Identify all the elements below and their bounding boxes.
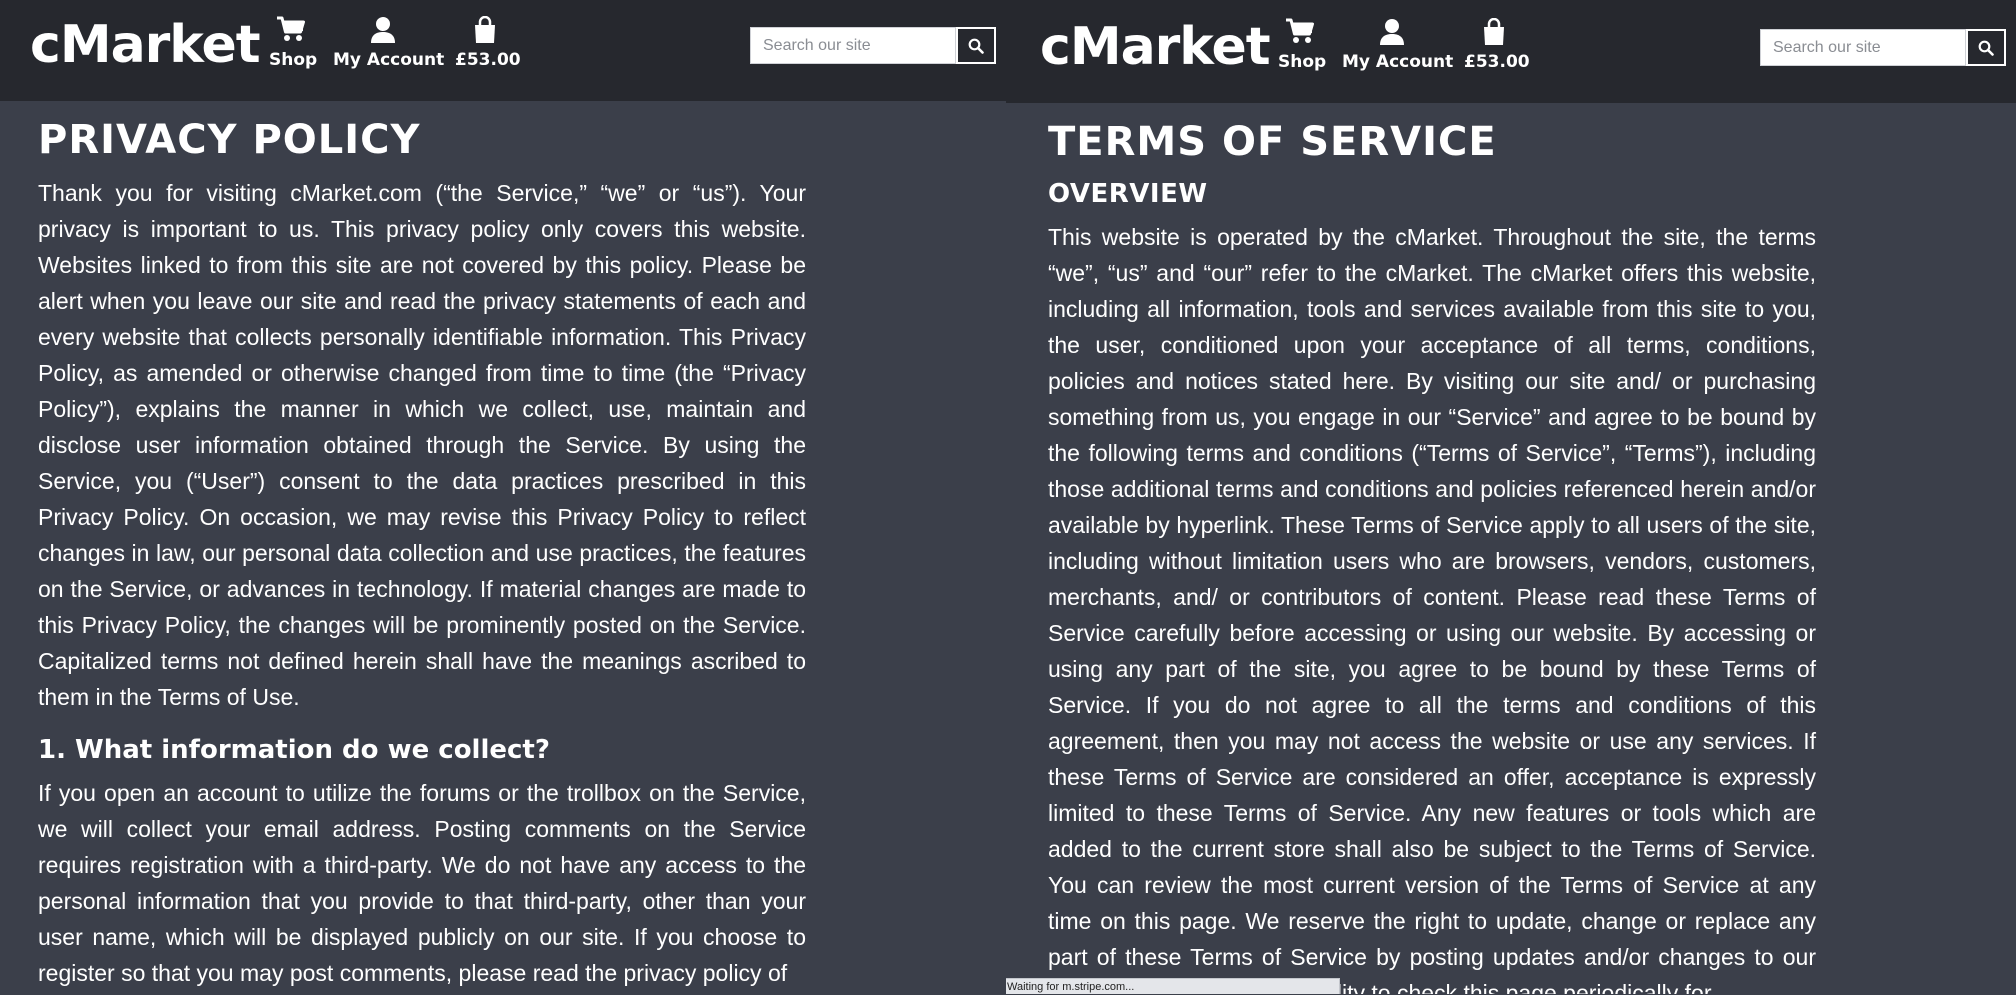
nav-cart-total[interactable]: £53.00: [455, 16, 521, 70]
nav-my-account-label: My Account: [1342, 52, 1454, 72]
site-header: cMarket Shop My Account £53.00: [0, 0, 1006, 101]
nav-cart-total-label: £53.00: [1464, 52, 1530, 72]
nav-shop[interactable]: Shop: [269, 16, 318, 70]
main-content: PRIVACY POLICY Thank you for visiting cM…: [0, 101, 1006, 994]
nav-my-account[interactable]: My Account: [1342, 18, 1454, 72]
browser-status-bar: Waiting for m.stripe.com...: [1006, 978, 1340, 994]
privacy-policy-article: PRIVACY POLICY Thank you for visiting cM…: [38, 115, 806, 991]
section-paragraph: If you open an account to utilize the fo…: [38, 780, 806, 986]
main-content: TERMS OF SERVICE OVERVIEW This website i…: [1006, 103, 2016, 994]
search-icon: [968, 38, 984, 54]
privacy-policy-pane: cMarket Shop My Account £53.00 Search ou…: [0, 0, 1006, 994]
page-title: TERMS OF SERVICE: [1048, 119, 1497, 165]
site-logo[interactable]: cMarket: [1040, 16, 1271, 78]
nav-cart-total[interactable]: £53.00: [1464, 18, 1530, 72]
shopping-bag-icon: [475, 16, 495, 43]
nav-shop-label: Shop: [1278, 52, 1327, 72]
search-input[interactable]: [750, 27, 956, 64]
user-icon: [371, 17, 395, 43]
user-icon: [1380, 19, 1404, 45]
terms-of-service-pane: cMarket Shop My Account £53.00 Search ou…: [1006, 0, 2016, 994]
terms-paragraph: This website is operated by the cMarket.…: [1048, 224, 1816, 994]
nav-my-account[interactable]: My Account: [333, 16, 445, 70]
search-icon: [1978, 40, 1994, 56]
shopping-cart-icon: [1286, 18, 1314, 43]
search-button[interactable]: [956, 27, 996, 64]
site-header: cMarket Shop My Account £53.00: [1006, 0, 2016, 103]
site-search: [750, 27, 996, 64]
search-button[interactable]: [1966, 29, 2006, 66]
site-search: [1760, 29, 2008, 66]
nav-cart-total-label: £53.00: [455, 50, 521, 70]
intro-paragraph: Thank you for visiting cMarket.com (“the…: [38, 180, 806, 710]
terms-article: TERMS OF SERVICE OVERVIEW This website i…: [1048, 117, 1816, 994]
section-subtitle: OVERVIEW: [1048, 179, 1208, 209]
nav-my-account-label: My Account: [333, 50, 445, 70]
page-title: PRIVACY POLICY: [38, 117, 421, 163]
site-logo[interactable]: cMarket: [30, 14, 261, 76]
shopping-bag-icon: [1484, 18, 1504, 45]
search-input[interactable]: [1760, 29, 1966, 66]
nav-shop-label: Shop: [269, 50, 318, 70]
nav-shop[interactable]: Shop: [1278, 18, 1327, 72]
shopping-cart-icon: [277, 16, 305, 41]
section-heading: 1. What information do we collect?: [38, 735, 550, 765]
